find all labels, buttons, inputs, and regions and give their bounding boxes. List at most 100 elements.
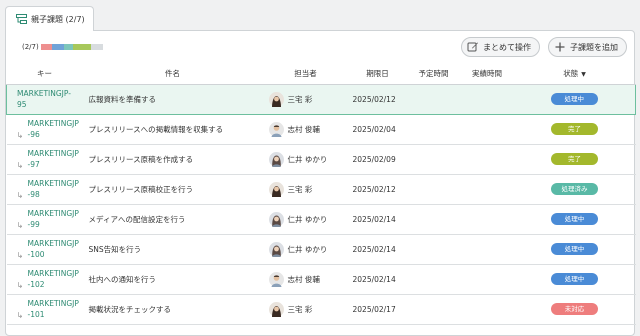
sort-down-icon: ▼ (581, 71, 586, 79)
status-badge[interactable]: 未対応 (551, 303, 598, 315)
issue-key-part2: 95 (17, 100, 27, 109)
tab-parent-child-issues[interactable]: 親子課題 (2/7) (5, 6, 94, 31)
due-date: 2025/02/09 (352, 154, 396, 164)
planned-hours-cell (406, 83, 461, 115)
table-row[interactable]: ↳ MARKETINGJP -102 社内への通知を行う 志村 俊輔 2025/0… (6, 264, 636, 295)
avatar (268, 211, 284, 227)
issue-key-part2: -102 (27, 280, 45, 289)
issue-subject: 社内への通知を行う (88, 274, 157, 284)
status-badge[interactable]: 完了 (551, 153, 598, 165)
assignee-cell: 三宅 彩 (262, 83, 349, 115)
status-badge[interactable]: 処理中 (551, 273, 598, 285)
subject-cell[interactable]: 広報資料を準備する (82, 83, 263, 115)
status-cell: 処理中 (513, 204, 636, 235)
progress-label: (2/7) (22, 43, 39, 51)
child-issues-panel: (2/7) まとめて操作 子課題を追加 キー 件名 担当者 期限日 予定時間 実… (5, 30, 636, 336)
avatar (268, 121, 284, 137)
issue-subject: メディアへの配信設定を行う (88, 214, 186, 224)
key-cell: ↳ MARKETINGJP -97 (6, 144, 83, 175)
assignee-name: 三宅 彩 (287, 184, 313, 194)
key-cell: ↳ MARKETINGJP -102 (6, 264, 83, 295)
child-issues-table: キー 件名 担当者 期限日 予定時間 実績時間 状態 ▼ MARKETINGJP-… (6, 64, 636, 325)
key-cell: ↳ MARKETINGJP -96 (6, 114, 83, 145)
due-date: 2025/02/14 (352, 244, 396, 254)
due-date-cell: 2025/02/12 (348, 83, 407, 115)
status-cell: 完了 (513, 144, 636, 175)
due-date: 2025/02/14 (352, 214, 396, 224)
status-badge[interactable]: 処理中 (551, 213, 598, 225)
subject-cell[interactable]: プレスリリースへの掲載情報を収集する (82, 114, 263, 145)
key-cell: MARKETINGJP- 95 (6, 83, 83, 115)
assignee-name: 三宅 彩 (287, 94, 313, 104)
column-header-key[interactable]: キー (6, 64, 83, 85)
issue-key-part1: MARKETINGJP (27, 239, 79, 248)
issue-key-part2: -101 (27, 310, 45, 319)
subject-cell[interactable]: SNS告知を行う (82, 234, 263, 265)
column-header-assignee[interactable]: 担当者 (262, 64, 349, 85)
child-indent-icon: ↳ (16, 190, 24, 200)
batch-operation-button[interactable]: まとめて操作 (461, 37, 540, 57)
issue-key-part2: -97 (27, 160, 40, 169)
issue-key-link[interactable]: MARKETINGJP -97 (28, 148, 83, 170)
edit-icon (467, 42, 478, 52)
issue-key-link[interactable]: MARKETINGJP -96 (28, 118, 83, 140)
status-cell: 完了 (513, 114, 636, 145)
status-cell: 未対応 (513, 294, 636, 325)
issue-subject: プレスリリースへの掲載情報を収集する (88, 124, 224, 134)
assignee-name: 志村 俊輔 (287, 274, 320, 284)
issue-key-link[interactable]: MARKETINGJP -101 (28, 298, 83, 320)
actual-hours-cell (460, 114, 514, 145)
column-header-subject[interactable]: 件名 (82, 64, 263, 85)
planned-hours-cell (406, 234, 461, 265)
table-row[interactable]: ↳ MARKETINGJP -96 プレスリリースへの掲載情報を収集する 志村 俊… (6, 114, 636, 145)
issue-key-link[interactable]: MARKETINGJP -98 (28, 178, 83, 200)
progress-segment (63, 44, 73, 50)
issue-key-link[interactable]: MARKETINGJP- 95 (17, 88, 83, 110)
child-indent-icon: ↳ (16, 160, 24, 170)
actual-hours-cell (460, 264, 514, 295)
issue-key-part2: -99 (27, 220, 40, 229)
subject-cell[interactable]: 掲載状況をチェックする (82, 294, 263, 325)
issue-key-link[interactable]: MARKETINGJP -99 (28, 208, 83, 230)
subject-cell[interactable]: メディアへの配信設定を行う (82, 204, 263, 235)
actual-hours-cell (460, 294, 514, 325)
assignee-cell: 三宅 彩 (262, 174, 349, 205)
status-badge[interactable]: 処理中 (551, 243, 598, 255)
issue-key-link[interactable]: MARKETINGJP -102 (28, 268, 83, 290)
assignee-name: 仁井 ゆかり (287, 154, 328, 164)
progress-segment (72, 44, 91, 50)
avatar (268, 181, 284, 197)
table-row[interactable]: ↳ MARKETINGJP -98 プレスリリース原稿校正を行う 三宅 彩 202… (6, 174, 636, 205)
column-header-due[interactable]: 期限日 (348, 64, 407, 85)
assignee-cell: 仁井 ゆかり (262, 234, 349, 265)
issue-key-link[interactable]: MARKETINGJP -100 (28, 238, 83, 260)
column-header-planned[interactable]: 予定時間 (406, 64, 461, 85)
progress-bar (41, 44, 103, 50)
status-header-label: 状態 (563, 69, 579, 79)
column-header-actual[interactable]: 実績時間 (460, 64, 514, 85)
status-badge[interactable]: 処理済み (551, 183, 598, 195)
table-row[interactable]: MARKETINGJP- 95 広報資料を準備する 三宅 彩 2025/02/12… (6, 83, 636, 115)
subject-cell[interactable]: プレスリリース原稿校正を行う (82, 174, 263, 205)
subject-cell[interactable]: 社内への通知を行う (82, 264, 263, 295)
subject-cell[interactable]: プレスリリース原稿を作成する (82, 144, 263, 175)
table-row[interactable]: ↳ MARKETINGJP -101 掲載状況をチェックする 三宅 彩 2025/… (6, 294, 636, 325)
add-child-issue-label: 子課題を追加 (570, 42, 618, 52)
status-badge[interactable]: 完了 (551, 123, 598, 135)
status-badge[interactable]: 処理中 (550, 93, 598, 105)
due-date-cell: 2025/02/09 (348, 144, 407, 175)
add-child-issue-button[interactable]: 子課題を追加 (548, 37, 627, 57)
key-cell: ↳ MARKETINGJP -101 (6, 294, 83, 325)
status-cell: 処理中 (513, 264, 636, 295)
child-indent-icon: ↳ (16, 250, 24, 260)
plus-icon (555, 42, 565, 52)
table-row[interactable]: ↳ MARKETINGJP -100 SNS告知を行う 仁井 ゆかり 2025/0… (6, 234, 636, 265)
table-row[interactable]: ↳ MARKETINGJP -97 プレスリリース原稿を作成する 仁井 ゆかり 2… (6, 144, 636, 175)
assignee-name: 仁井 ゆかり (287, 214, 328, 224)
issue-key-part1: MARKETINGJP (27, 119, 79, 128)
issue-subject: プレスリリース原稿校正を行う (88, 184, 194, 194)
column-header-status[interactable]: 状態 ▼ (513, 64, 636, 85)
due-date-cell: 2025/02/12 (348, 174, 407, 205)
table-row[interactable]: ↳ MARKETINGJP -99 メディアへの配信設定を行う 仁井 ゆかり 20… (6, 204, 636, 235)
tab-label: 親子課題 (2/7) (31, 14, 85, 24)
